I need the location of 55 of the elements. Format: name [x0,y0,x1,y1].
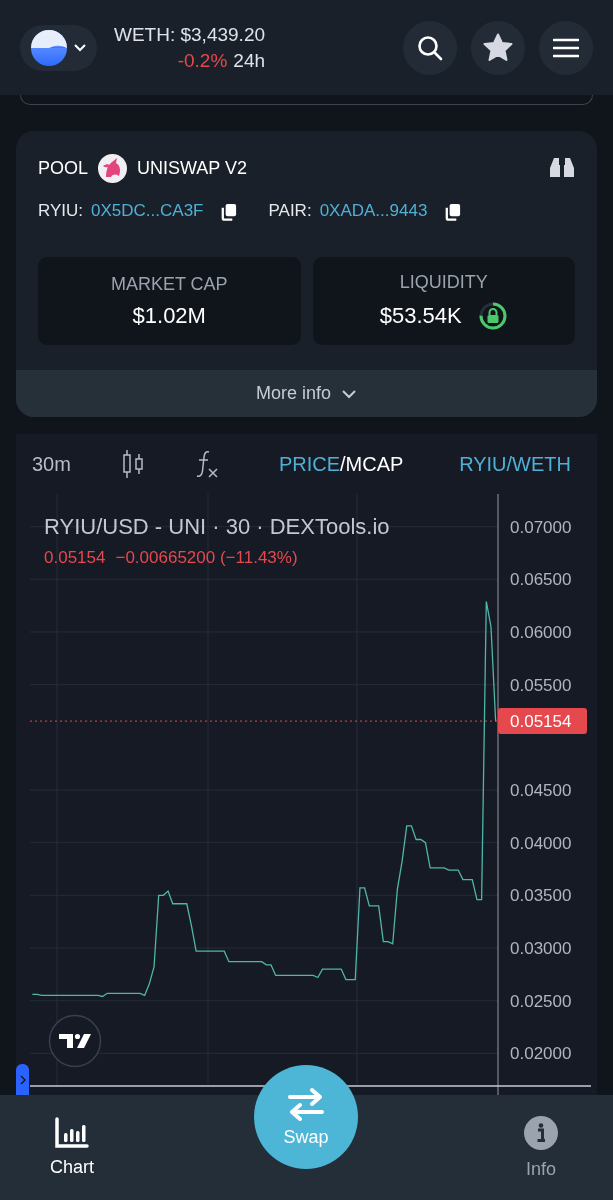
interval-button[interactable]: 30m [32,452,71,476]
mode-tab[interactable]: MCAP [345,452,404,476]
token-price: WETH: $3,439.20 [114,23,266,46]
dex-name: UNISWAP V2 [137,157,248,179]
axis-label: 0.03000 [510,939,572,958]
copy-icon[interactable] [443,201,463,221]
pool-label: POOL [38,157,89,179]
candlestick-icon[interactable] [120,449,145,479]
copy-icon[interactable] [219,201,239,221]
axis-label: 0.02500 [510,991,572,1011]
binoculars-icon[interactable] [549,156,575,180]
axis-label: 0.02000 [510,1044,572,1064]
separator: / [340,452,346,476]
network-selector[interactable] [20,24,97,71]
stat-value: $53.54K [379,302,462,329]
period-label: 24h [233,49,266,72]
last-price: 0.05154 [44,548,106,568]
mode-tab[interactable]: PRICE [278,452,341,476]
coin-icon [30,29,67,66]
menu-icon [553,37,579,58]
pair-address[interactable]: 0XADA...9443 [319,201,428,221]
nav-tab[interactable]: Chart [32,1095,112,1200]
side-panel-toggle[interactable] [16,1064,29,1096]
axis-label: 0.04500 [510,781,572,800]
axis-label: 0.06000 [510,623,572,642]
search-icon [417,34,443,61]
pair-toggle[interactable]: RYIU/WETH [459,452,571,476]
bar-chart-icon [54,1117,90,1149]
stat-value: $1.02M [132,302,206,329]
axis-label: 0.03500 [510,886,572,906]
chevron-down-icon [341,388,357,399]
logo-icon[interactable] [48,1014,102,1068]
axis-label: 0.05500 [510,675,572,695]
swap-arrows-icon [287,1086,325,1121]
nav-tab[interactable]: Info [501,1095,581,1200]
token-address[interactable]: 0X5DC...CA3F [91,201,204,221]
chevron-right-icon [19,1075,26,1085]
stat-label: MARKET CAP [110,273,228,295]
price-tag: 0.05154 [498,708,587,735]
pair-label: PAIR: [268,201,312,221]
token-label: RYIU: [38,201,84,221]
axis-label: 0.07000 [510,517,572,537]
unicorn-logo-icon [98,153,128,183]
chart-title: RYIU/USD - UNI · 30 · DEXTools.io [44,514,390,540]
chevron-down-icon [72,43,87,52]
price-change: -0.2% [177,49,228,72]
stat-label: LIQUIDITY [399,271,488,293]
ref-line-label: 0.05154 [510,712,572,732]
price-change: −0.00665200 (−11.43%) [115,548,298,568]
axis-label: 0.04000 [510,833,572,853]
more-info-button[interactable]: More info [16,370,597,417]
axis-label: 0.06500 [510,570,572,590]
function-icon[interactable] [194,449,219,479]
star-icon [483,33,513,62]
info-icon [523,1115,559,1151]
